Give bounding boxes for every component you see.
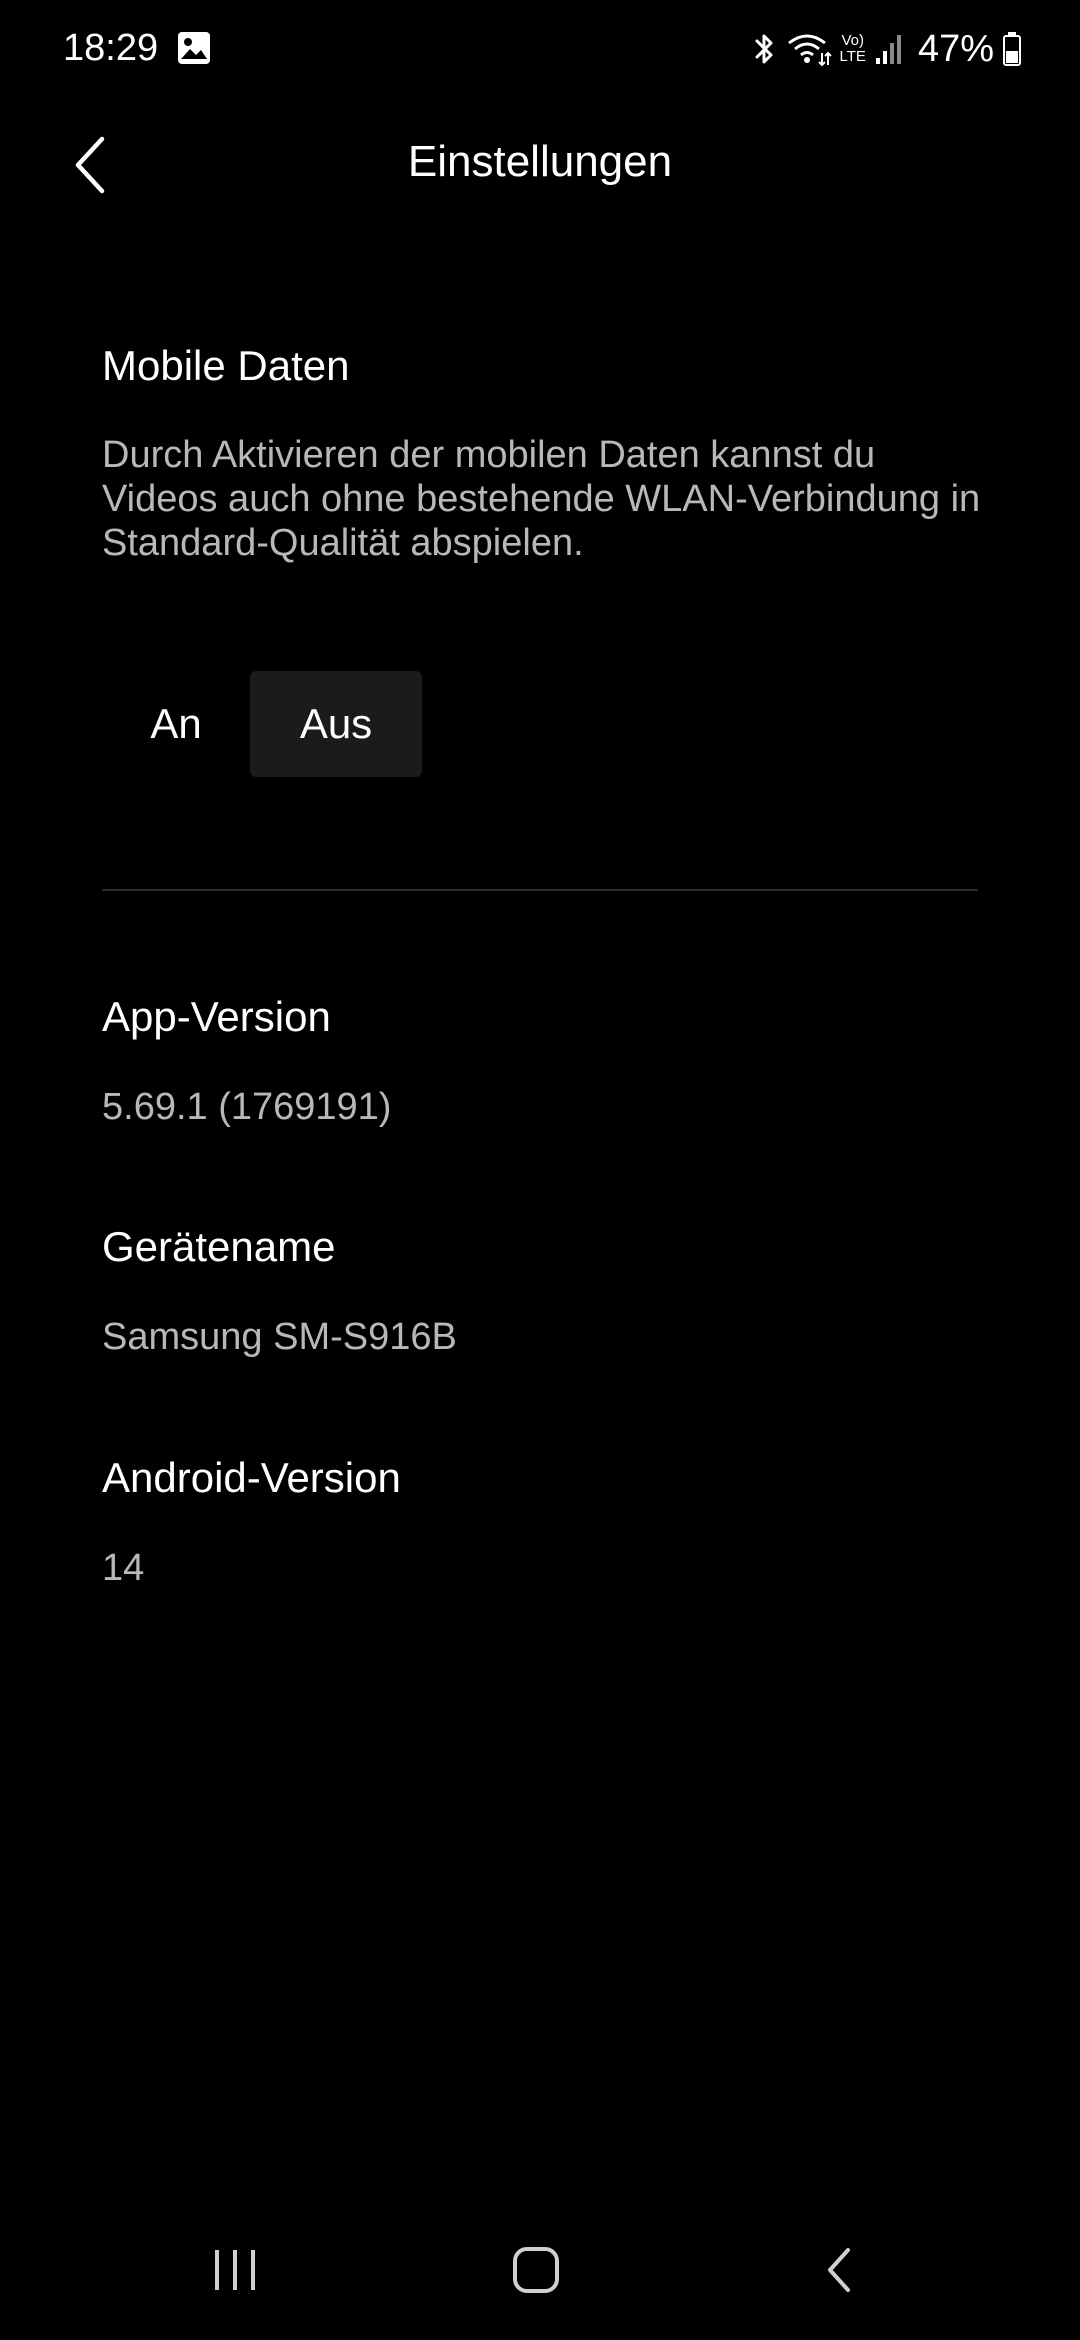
device-name-label: Gerätename [102, 1223, 336, 1270]
home-icon [513, 2247, 559, 2293]
home-button[interactable] [486, 2240, 586, 2300]
signal-icon [874, 32, 904, 66]
status-bar: 18:29 Vo) LTE 47% [0, 0, 1080, 100]
gallery-icon [177, 31, 211, 65]
header: Einstellungen [0, 100, 1080, 230]
volte-top-text: Vo) [841, 32, 864, 49]
back-icon [828, 2248, 850, 2292]
status-time: 18:29 [63, 27, 159, 69]
divider [102, 889, 978, 891]
page-title: Einstellungen [407, 137, 673, 186]
volte-icon: Vo) LTE [840, 33, 866, 65]
android-version-label: Android-Version [102, 1454, 401, 1501]
app-version-label: App-Version [102, 993, 331, 1040]
wifi-icon [786, 31, 832, 67]
system-navigation-bar [0, 2220, 1080, 2320]
nav-back-button[interactable] [790, 2240, 890, 2300]
mobile-data-title: Mobile Daten [102, 342, 350, 389]
battery-percentage: 47% [917, 27, 994, 70]
app-version-value: 5.69.1 (1769191) [102, 1086, 392, 1128]
recent-apps-button[interactable] [185, 2240, 285, 2300]
volte-bottom-text: LTE [839, 48, 866, 65]
battery-icon [1002, 31, 1022, 67]
option-off-button[interactable]: Aus [250, 671, 422, 777]
option-on-button[interactable]: An [102, 671, 250, 777]
recent-apps-icon [215, 2250, 255, 2290]
device-name-value: Samsung SM-S916B [102, 1316, 457, 1358]
status-icons: Vo) LTE 47% [752, 22, 1022, 76]
mobile-data-description: Durch Aktivieren der mobilen Daten kanns… [102, 434, 981, 564]
android-version-value: 14 [102, 1547, 145, 1589]
bluetooth-icon [752, 31, 778, 67]
mobile-data-toggle: An Aus [102, 671, 422, 777]
